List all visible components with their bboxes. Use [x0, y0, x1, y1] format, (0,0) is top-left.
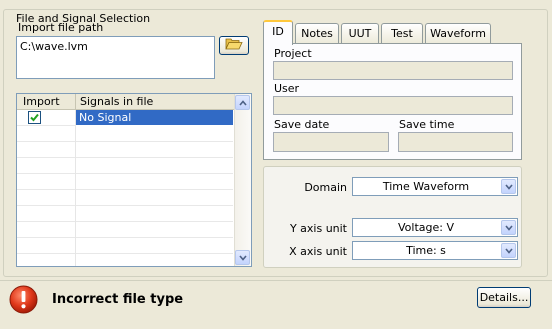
status-bar: Incorrect file type Details... — [0, 280, 552, 329]
user-label: User — [274, 82, 300, 95]
folder-open-icon — [225, 37, 243, 54]
tab-notes[interactable]: Notes — [295, 23, 339, 44]
tab-id[interactable]: ID — [263, 20, 293, 45]
y-axis-value: Voltage: V — [398, 221, 454, 234]
table-row-import-cell[interactable] — [17, 110, 75, 126]
details-button-label: Details... — [479, 291, 529, 304]
x-axis-label: X axis unit — [289, 245, 347, 258]
column-header-signals[interactable]: Signals in file — [75, 94, 235, 110]
chevron-down-icon[interactable] — [501, 243, 516, 258]
browse-button[interactable] — [219, 36, 249, 55]
empty-row — [17, 142, 233, 158]
details-button[interactable]: Details... — [477, 287, 531, 308]
empty-row — [17, 126, 233, 142]
scroll-up-button[interactable] — [235, 95, 250, 110]
error-icon — [9, 285, 38, 317]
tab-test[interactable]: Test — [381, 23, 423, 44]
table-row[interactable]: No Signal — [75, 110, 233, 125]
x-axis-value: Time: s — [406, 244, 446, 257]
tab-waveform[interactable]: Waveform — [425, 23, 491, 44]
tab-waveform-label: Waveform — [430, 27, 486, 40]
x-axis-select[interactable]: Time: s — [352, 241, 518, 260]
column-header-import-label: Import — [23, 95, 60, 108]
empty-row — [17, 174, 233, 190]
import-checkbox[interactable] — [28, 111, 41, 124]
empty-row — [17, 158, 233, 174]
user-field[interactable] — [273, 96, 513, 115]
y-axis-select[interactable]: Voltage: V — [352, 218, 518, 237]
tab-notes-label: Notes — [301, 27, 333, 40]
signals-table[interactable]: Import Signals in file No Signal — [16, 93, 252, 267]
save-time-label: Save time — [399, 118, 455, 131]
tab-test-label: Test — [391, 27, 413, 40]
status-message: Incorrect file type — [52, 292, 184, 307]
import-path-field[interactable]: C:\wave.lvm — [16, 36, 215, 79]
id-tab-panel: Project User Save date Save time — [263, 43, 522, 160]
domain-value: Time Waveform — [382, 180, 470, 193]
tab-id-label: ID — [272, 25, 284, 38]
tab-uut-label: UUT — [348, 27, 372, 40]
domain-select[interactable]: Time Waveform — [352, 177, 518, 196]
import-path-value: C:\wave.lvm — [20, 40, 88, 53]
domain-label: Domain — [304, 181, 347, 194]
chevron-down-icon — [238, 251, 247, 264]
project-label: Project — [274, 47, 312, 60]
signal-name: No Signal — [79, 111, 132, 124]
chevron-up-icon — [238, 96, 247, 109]
empty-row — [17, 222, 233, 238]
tab-uut[interactable]: UUT — [341, 23, 379, 44]
empty-row — [17, 238, 233, 254]
table-scrollbar[interactable] — [234, 94, 251, 266]
y-axis-label: Y axis unit — [289, 222, 347, 235]
column-divider — [75, 110, 76, 266]
empty-row — [17, 190, 233, 206]
save-date-label: Save date — [274, 118, 330, 131]
scroll-down-button[interactable] — [235, 250, 250, 265]
save-date-field[interactable] — [273, 132, 389, 152]
column-header-import[interactable]: Import — [17, 94, 75, 110]
chevron-down-icon[interactable] — [501, 220, 516, 235]
empty-row — [17, 206, 233, 222]
column-header-signals-label: Signals in file — [80, 95, 154, 108]
import-path-label: Import file path — [18, 21, 104, 34]
axis-settings-panel: Domain Time Waveform Y axis unit Voltage… — [263, 166, 522, 268]
project-field[interactable] — [273, 61, 513, 80]
chevron-down-icon[interactable] — [501, 179, 516, 194]
save-time-field[interactable] — [398, 132, 513, 152]
